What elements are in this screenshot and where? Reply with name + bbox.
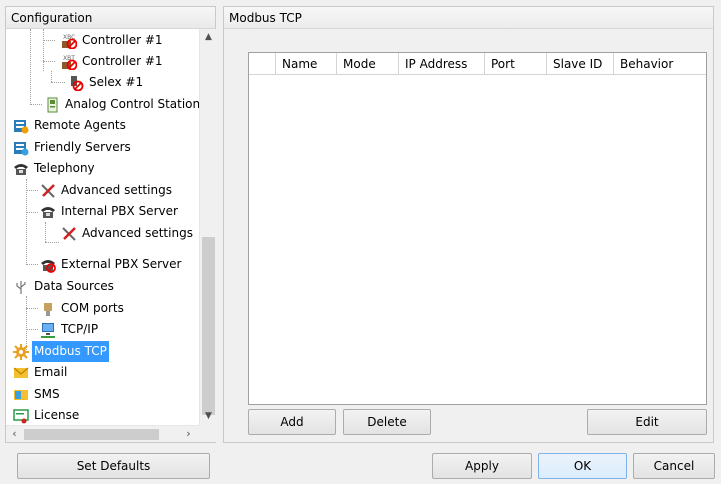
tree-item-label: Controller #1 xyxy=(82,33,163,47)
column-header-behavior[interactable]: Behavior xyxy=(614,53,706,75)
tree-item-internal-pbx-server[interactable]: Internal PBX Server xyxy=(40,201,180,222)
tree-item-telephony[interactable]: Telephony xyxy=(13,158,97,179)
tree-item-tcp-ip[interactable]: TCP/IP xyxy=(40,319,100,340)
cancel-button[interactable]: Cancel xyxy=(633,453,715,479)
vertical-scroll-thumb[interactable] xyxy=(202,237,215,415)
tree-item-controller-xbt[interactable]: XBT Controller #1 xyxy=(61,51,165,72)
modbus-gear-icon xyxy=(13,343,29,360)
row-selector-header xyxy=(249,53,276,75)
tree-item-label: Selex #1 xyxy=(89,75,144,89)
tree-item-friendly-servers[interactable]: Friendly Servers xyxy=(13,137,133,158)
tools-icon xyxy=(61,226,77,242)
tree-item-license[interactable]: License xyxy=(13,405,81,425)
tree-item-label: SMS xyxy=(34,387,60,401)
xbt-controller-icon: XBT xyxy=(61,54,78,70)
column-header-slave-id[interactable]: Slave ID xyxy=(547,53,614,75)
table-header: Name Mode IP Address Port Slave ID Behav… xyxy=(249,53,706,75)
tree-item-modbus-tcp[interactable]: Modbus TCP xyxy=(13,341,109,362)
tree-item-sms[interactable]: SMS xyxy=(13,384,62,405)
tree-item-label: Analog Control Station: xyxy=(65,97,199,111)
tree-item-selex[interactable]: Selex #1 xyxy=(68,72,145,93)
set-defaults-button[interactable]: Set Defaults xyxy=(17,453,210,479)
license-icon xyxy=(13,408,29,424)
tree-item-label: External PBX Server xyxy=(61,257,182,271)
tree-item-label: COM ports xyxy=(61,301,124,315)
remote-agents-icon xyxy=(13,118,29,134)
sms-icon xyxy=(13,387,29,403)
modbus-tcp-panel: Modbus TCP Name Mode IP Address Port Sla… xyxy=(223,6,714,443)
scroll-left-icon[interactable]: ‹ xyxy=(6,426,23,443)
ok-button[interactable]: OK xyxy=(538,453,627,479)
column-header-port[interactable]: Port xyxy=(485,53,547,75)
tree-item-label: License xyxy=(34,408,80,422)
scroll-up-icon[interactable]: ▲ xyxy=(200,29,217,46)
tree-item-label: Modbus TCP xyxy=(32,341,109,362)
tree-item-advanced-settings-telephony[interactable]: Advanced settings xyxy=(40,180,174,201)
configuration-panel: Configuration XBC Controller #1 XBT Cont… xyxy=(5,6,216,443)
tree-item-label: Email xyxy=(34,365,68,379)
tree-horizontal-scrollbar[interactable]: ‹ › xyxy=(6,425,199,442)
tree-item-external-pbx-server[interactable]: External PBX Server xyxy=(40,254,183,275)
configuration-header: Configuration xyxy=(6,7,215,29)
usb-icon xyxy=(13,279,29,295)
tree-item-label: Friendly Servers xyxy=(34,140,131,154)
horizontal-scroll-thumb[interactable] xyxy=(24,429,159,440)
tree-item-label: Telephony xyxy=(34,161,95,175)
tree-item-label: Remote Agents xyxy=(34,118,126,132)
scroll-right-icon[interactable]: › xyxy=(180,426,197,443)
tree-item-com-ports[interactable]: COM ports xyxy=(40,298,126,319)
delete-button[interactable]: Delete xyxy=(343,409,431,435)
tree-item-controller-xbc[interactable]: XBC Controller #1 xyxy=(61,30,165,51)
telephone-icon xyxy=(13,161,29,177)
tree-item-label: Controller #1 xyxy=(82,54,163,68)
tree-item-data-sources[interactable]: Data Sources xyxy=(13,276,116,297)
selex-icon xyxy=(68,75,84,91)
modbus-tcp-header: Modbus TCP xyxy=(224,7,713,29)
tree-item-analog-control-station[interactable]: Analog Control Station: xyxy=(44,94,199,115)
tree-item-advanced-settings-pbx[interactable]: Advanced settings xyxy=(61,223,195,244)
external-pbx-icon xyxy=(40,257,56,273)
tree-item-remote-agents[interactable]: Remote Agents xyxy=(13,115,128,136)
tree-item-label: TCP/IP xyxy=(61,322,99,336)
tree-item-label: Internal PBX Server xyxy=(61,204,178,218)
xbc-controller-icon: XBC xyxy=(61,33,78,49)
add-button[interactable]: Add xyxy=(248,409,336,435)
column-header-name[interactable]: Name xyxy=(276,53,337,75)
tree-item-label: Advanced settings xyxy=(61,183,172,197)
tree-item-label: Data Sources xyxy=(34,279,114,293)
tree-item-email[interactable]: Email xyxy=(13,362,69,383)
com-port-icon xyxy=(40,301,56,317)
tools-icon xyxy=(40,183,56,199)
email-icon xyxy=(13,365,29,381)
tree-item-label: Advanced settings xyxy=(82,226,193,240)
column-header-mode[interactable]: Mode xyxy=(337,53,399,75)
friendly-servers-icon xyxy=(13,140,29,156)
tree-vertical-scrollbar[interactable]: ▲ ▼ xyxy=(199,29,216,425)
scrollbar-corner xyxy=(199,425,216,442)
column-header-ip-address[interactable]: IP Address xyxy=(399,53,485,75)
edit-button[interactable]: Edit xyxy=(587,409,707,435)
scroll-down-icon[interactable]: ▼ xyxy=(200,408,217,425)
telephone-icon xyxy=(40,204,56,220)
analog-station-icon xyxy=(44,97,60,113)
configuration-tree[interactable]: XBC Controller #1 XBT Controller #1 Sele… xyxy=(6,29,199,425)
network-icon xyxy=(40,322,56,338)
modbus-devices-table[interactable]: Name Mode IP Address Port Slave ID Behav… xyxy=(248,52,707,405)
apply-button[interactable]: Apply xyxy=(432,453,532,479)
